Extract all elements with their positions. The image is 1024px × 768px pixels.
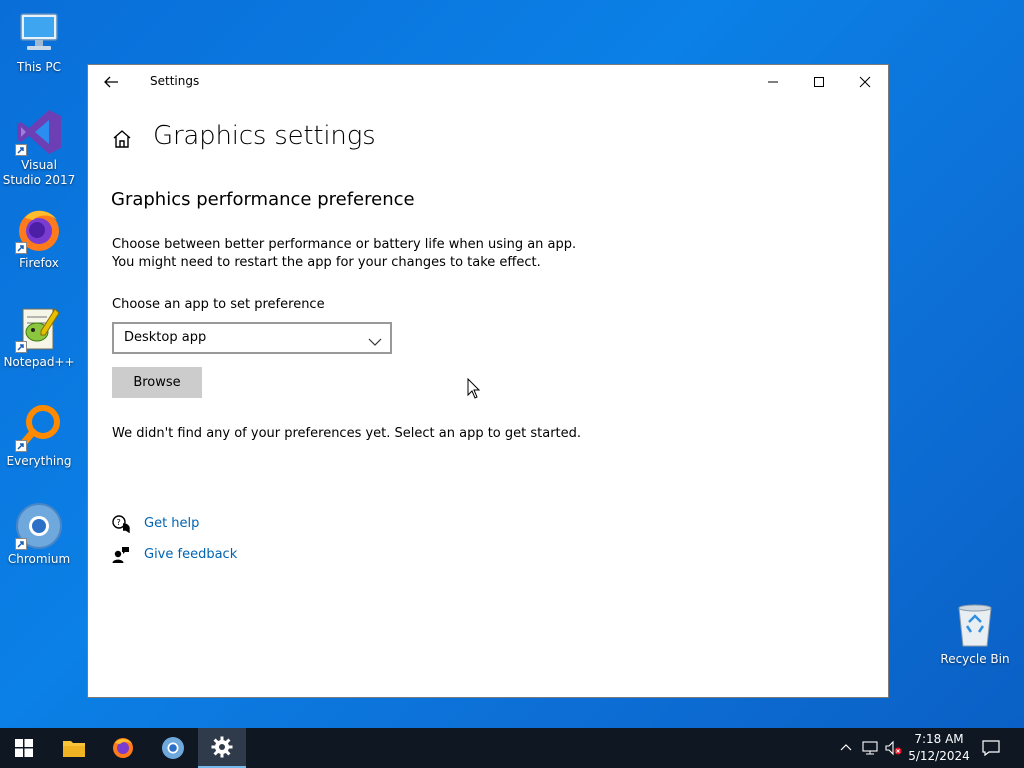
desktop-icon-visual-studio[interactable]: Visual Studio 2017 bbox=[1, 108, 77, 188]
visual-studio-icon bbox=[15, 108, 63, 156]
minimize-icon bbox=[768, 81, 778, 83]
desktop-icon-label: Everything bbox=[6, 454, 72, 468]
computer-icon bbox=[15, 10, 63, 58]
clock-time: 7:18 AM bbox=[914, 732, 964, 746]
mouse-pointer-icon bbox=[467, 377, 481, 404]
get-help-label: Get help bbox=[144, 516, 200, 531]
network-icon[interactable] bbox=[862, 728, 880, 768]
notepad-plus-plus-icon bbox=[15, 305, 63, 353]
window-title: Settings bbox=[150, 74, 200, 88]
give-feedback-label: Give feedback bbox=[144, 547, 238, 562]
gear-icon bbox=[211, 736, 233, 758]
chromium-icon bbox=[162, 737, 184, 759]
desktop-icon-label: Visual Studio 2017 bbox=[2, 158, 76, 187]
desktop-icon-label: Firefox bbox=[19, 256, 59, 270]
close-button[interactable] bbox=[842, 65, 888, 99]
minimize-button[interactable] bbox=[750, 65, 796, 99]
action-center-button[interactable] bbox=[982, 728, 1000, 768]
desktop-icon-recycle-bin[interactable]: Recycle Bin bbox=[937, 602, 1013, 667]
windows-logo-icon bbox=[15, 739, 33, 757]
desktop-icon-label: Recycle Bin bbox=[940, 652, 1010, 666]
page-title: Graphics settings bbox=[153, 121, 376, 151]
desktop-icon-label: This PC bbox=[17, 60, 61, 74]
shortcut-arrow-icon bbox=[15, 440, 27, 452]
notification-icon bbox=[982, 740, 1000, 757]
back-arrow-icon[interactable] bbox=[100, 71, 122, 93]
shortcut-arrow-icon bbox=[15, 341, 27, 353]
desktop-icon-label: Notepad++ bbox=[3, 355, 75, 369]
desktop-icon-firefox[interactable]: Firefox bbox=[1, 206, 77, 271]
firefox-icon bbox=[15, 206, 63, 254]
svg-text:?: ? bbox=[117, 518, 121, 527]
empty-preferences-message: We didn't find any of your preferences y… bbox=[112, 426, 582, 441]
browse-button[interactable]: Browse bbox=[112, 367, 202, 398]
settings-window: Settings Graphics settings Graphics perf… bbox=[87, 64, 889, 698]
taskbar-settings[interactable] bbox=[198, 728, 246, 768]
desktop-icon-label: Chromium bbox=[7, 552, 71, 566]
everything-search-icon bbox=[15, 404, 63, 452]
app-type-dropdown[interactable]: Desktop app bbox=[112, 322, 392, 354]
maximize-icon bbox=[814, 77, 824, 87]
desktop-icon-chromium[interactable]: Chromium bbox=[1, 502, 77, 567]
taskbar-firefox[interactable] bbox=[99, 728, 147, 768]
clock-date: 5/12/2024 bbox=[908, 749, 970, 763]
taskbar: 7:18 AM 5/12/2024 bbox=[0, 728, 1024, 768]
taskbar-chromium[interactable] bbox=[149, 728, 197, 768]
volume-muted-icon[interactable] bbox=[884, 728, 902, 768]
chevron-down-icon bbox=[368, 332, 382, 351]
shortcut-arrow-icon bbox=[15, 242, 27, 254]
start-button[interactable] bbox=[0, 728, 48, 768]
maximize-button[interactable] bbox=[796, 65, 842, 99]
recycle-bin-icon bbox=[951, 602, 999, 650]
choose-app-label: Choose an app to set preference bbox=[112, 297, 325, 312]
shortcut-arrow-icon bbox=[15, 144, 27, 156]
chromium-icon bbox=[15, 502, 63, 550]
description-line: You might need to restart the app for yo… bbox=[112, 255, 541, 270]
description-line: Choose between better performance or bat… bbox=[112, 237, 577, 252]
feedback-person-icon bbox=[112, 546, 130, 564]
close-icon bbox=[859, 76, 871, 88]
taskbar-clock[interactable]: 7:18 AM 5/12/2024 bbox=[904, 731, 974, 765]
desktop-icon-everything[interactable]: Everything bbox=[1, 404, 77, 469]
tray-chevron-up-icon[interactable] bbox=[838, 728, 854, 768]
help-chat-icon: ? bbox=[112, 515, 130, 534]
firefox-icon bbox=[113, 738, 133, 758]
dropdown-value: Desktop app bbox=[124, 330, 207, 345]
section-title: Graphics performance preference bbox=[111, 189, 415, 210]
shortcut-arrow-icon bbox=[15, 538, 27, 550]
desktop-icon-notepadpp[interactable]: Notepad++ bbox=[1, 305, 77, 370]
folder-icon bbox=[63, 741, 85, 757]
taskbar-file-explorer[interactable] bbox=[50, 728, 98, 768]
description: Choose between better performance or bat… bbox=[112, 236, 576, 272]
title-bar[interactable]: Settings bbox=[88, 65, 888, 99]
home-icon[interactable] bbox=[110, 127, 134, 151]
desktop-icon-this-pc[interactable]: This PC bbox=[1, 10, 77, 75]
